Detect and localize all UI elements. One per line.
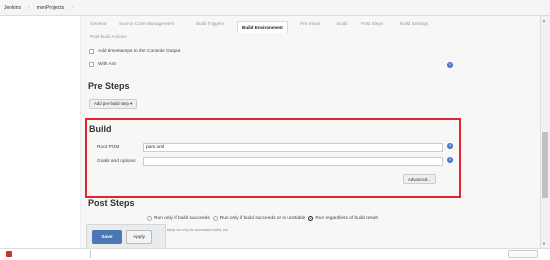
save-button[interactable]: Save: [92, 230, 122, 244]
radio-succeeds-unstable-label[interactable]: Run only if build succeeds or is unstabl…: [220, 216, 306, 221]
goals-label: Goals and options: [97, 159, 136, 164]
breadcrumb-project[interactable]: mvnProjects: [37, 5, 65, 11]
root-pom-help-icon[interactable]: ?: [447, 143, 453, 149]
add-pre-build-step-button[interactable]: Add pre-build step ▾: [89, 99, 138, 109]
pre-steps-title: Pre Steps: [88, 81, 130, 91]
root-pom-input[interactable]: pom.xml: [143, 143, 443, 152]
tab-general[interactable]: General: [90, 21, 106, 26]
breadcrumb-separator[interactable]: ›: [71, 5, 73, 11]
tab-build-triggers[interactable]: Build Triggers: [196, 21, 224, 26]
goals-help-icon[interactable]: ?: [447, 157, 453, 163]
with-ant-checkbox[interactable]: [89, 62, 94, 67]
left-gutter: [0, 16, 80, 248]
scroll-down-arrow-icon[interactable]: ▼: [542, 241, 546, 246]
timestamps-option[interactable]: Add timestamps to the Console Output: [89, 49, 180, 54]
tab-source-code-management[interactable]: Source Code Management: [119, 21, 174, 26]
with-ant-option[interactable]: With Ant: [89, 62, 116, 67]
with-ant-label: With Ant: [98, 62, 116, 67]
breadcrumb-jenkins[interactable]: Jenkins: [4, 5, 21, 11]
breadcrumb: Jenkins › mvnProjects ›: [0, 0, 550, 16]
divider: [90, 250, 91, 258]
root-pom-label: Root POM: [97, 145, 120, 150]
bottom-right-button[interactable]: [508, 250, 538, 258]
radio-regardless[interactable]: [308, 216, 314, 221]
post-steps-options: Run only if build succeeds Run only if b…: [144, 216, 378, 221]
apply-button[interactable]: Apply: [126, 230, 152, 244]
post-steps-title: Post Steps: [88, 198, 135, 208]
tab-build-settings[interactable]: Build Settings: [400, 21, 428, 26]
radio-succeeds[interactable]: [147, 216, 152, 221]
breadcrumb-separator: ›: [27, 4, 30, 11]
tab-build-environment[interactable]: Build Environment: [237, 21, 288, 33]
radio-succeeds-unstable[interactable]: [212, 216, 218, 221]
build-title: Build: [89, 124, 112, 134]
with-ant-help-icon[interactable]: ?: [447, 62, 453, 68]
radio-regardless-label[interactable]: Run regardless of build result: [315, 216, 377, 221]
scrollbar-thumb[interactable]: [542, 132, 548, 198]
tab-post-steps[interactable]: Post Steps: [361, 21, 383, 26]
app-icon[interactable]: [6, 251, 12, 257]
bottom-bar: [0, 248, 550, 260]
radio-succeeds-label[interactable]: Run only if build succeeds: [154, 216, 210, 221]
goals-input[interactable]: [143, 157, 443, 166]
timestamps-label: Add timestamps to the Console Output: [98, 49, 181, 54]
tab-post-build-actions[interactable]: Post-build Actions: [90, 34, 127, 39]
scroll-up-arrow-icon[interactable]: ▲: [542, 18, 546, 23]
timestamps-checkbox[interactable]: [89, 49, 94, 54]
tab-build[interactable]: Build: [337, 21, 347, 26]
advanced-button[interactable]: Advanced...: [403, 174, 436, 184]
tab-pre-steps[interactable]: Pre Steps: [300, 21, 320, 26]
